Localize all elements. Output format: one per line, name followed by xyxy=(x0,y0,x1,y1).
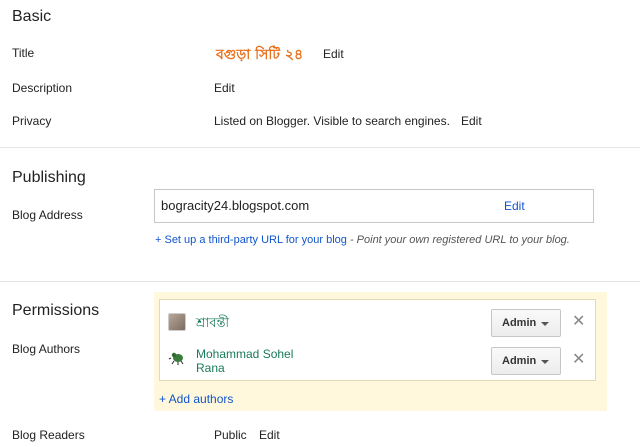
privacy-label: Privacy xyxy=(12,114,52,128)
blog-address-box: bogracity24.blogspot.com Edit xyxy=(154,189,594,223)
authors-list: শ্রাবন্তী Admin ✕ Mohammad Sohel Rana Ad… xyxy=(159,299,596,381)
blog-address-edit-link[interactable]: Edit xyxy=(504,199,525,213)
add-authors-link[interactable]: + Add authors xyxy=(159,392,233,406)
role-label: Admin xyxy=(502,317,537,329)
privacy-value: Listed on Blogger. Visible to search eng… xyxy=(214,114,450,128)
title-edit-link[interactable]: Edit xyxy=(323,47,344,61)
blog-readers-value: Public xyxy=(214,428,247,442)
chevron-down-icon xyxy=(541,360,549,364)
role-label: Admin xyxy=(502,355,537,367)
permissions-heading: Permissions xyxy=(12,302,100,319)
basic-heading: Basic xyxy=(12,8,52,25)
privacy-edit-link[interactable]: Edit xyxy=(461,114,482,128)
blog-authors-panel: শ্রাবন্তী Admin ✕ Mohammad Sohel Rana Ad… xyxy=(154,292,607,411)
third-party-url-note: + Set up a third-party URL for your blog… xyxy=(155,233,595,248)
user-photo-icon xyxy=(168,313,186,331)
third-party-url-link[interactable]: + Set up a third-party URL for your blog xyxy=(155,234,347,246)
blog-address-label: Blog Address xyxy=(12,208,83,222)
author-name[interactable]: Mohammad Sohel xyxy=(196,347,293,361)
publishing-heading: Publishing xyxy=(12,169,86,186)
blog-authors-label: Blog Authors xyxy=(12,342,81,356)
third-party-url-description: - Point your own registered URL to your … xyxy=(346,234,570,246)
blogger-default-avatar-icon xyxy=(168,348,186,366)
description-label: Description xyxy=(12,81,73,95)
remove-author-icon[interactable]: ✕ xyxy=(572,311,585,331)
blog-readers-edit-link[interactable]: Edit xyxy=(259,428,280,442)
author-name-continued[interactable]: Rana xyxy=(196,361,225,375)
title-label: Title xyxy=(12,46,35,60)
blog-address-value: bogracity24.blogspot.com xyxy=(161,198,310,213)
author-role-dropdown[interactable]: Admin xyxy=(491,309,561,337)
blog-title-value: বগুড়া সিটি ২৪ xyxy=(216,47,304,63)
author-name[interactable]: শ্রাবন্তী xyxy=(196,314,229,335)
blog-readers-label: Blog Readers xyxy=(12,428,85,442)
chevron-down-icon xyxy=(541,322,549,326)
remove-author-icon[interactable]: ✕ xyxy=(572,349,585,369)
section-divider xyxy=(0,147,640,148)
section-divider xyxy=(0,281,640,282)
description-edit-link[interactable]: Edit xyxy=(214,81,235,95)
author-role-dropdown[interactable]: Admin xyxy=(491,347,561,375)
